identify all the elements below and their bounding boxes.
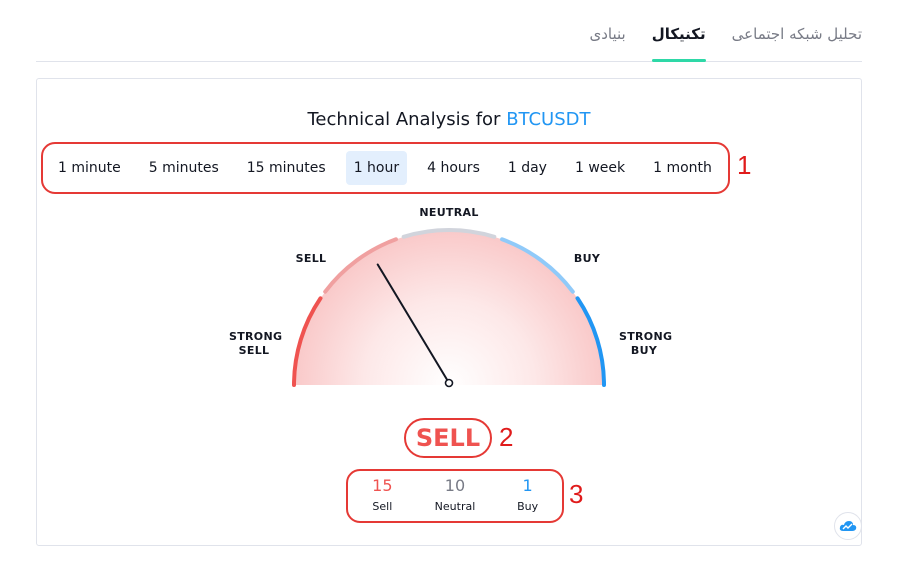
gauge-label-strong-buy: STRONG BUY: [619, 330, 673, 358]
gauge-label-strong-sell: STRONG SELL: [229, 330, 283, 358]
gauge-label-strong-buy-text: STRONG BUY: [619, 330, 673, 357]
annotation-box-counts: [346, 469, 564, 523]
gauge-pivot: [444, 378, 454, 388]
gauge-background: [294, 230, 604, 385]
gauge-label-sell: SELL: [295, 252, 327, 265]
widget-logo-button[interactable]: [834, 512, 862, 540]
annotation-box-signal: [404, 418, 492, 458]
annotation-box-intervals: [41, 142, 730, 194]
annotation-number-1: 1: [737, 150, 752, 180]
gauge-label-neutral: NEUTRAL: [419, 206, 479, 219]
gauge-label-buy: BUY: [573, 252, 601, 265]
annotation-number-2: 2: [499, 422, 514, 452]
gauge-label-strong-sell-text: STRONG SELL: [229, 330, 283, 357]
cloud-chart-icon: [839, 521, 857, 531]
annotation-number-3: 3: [569, 479, 584, 509]
